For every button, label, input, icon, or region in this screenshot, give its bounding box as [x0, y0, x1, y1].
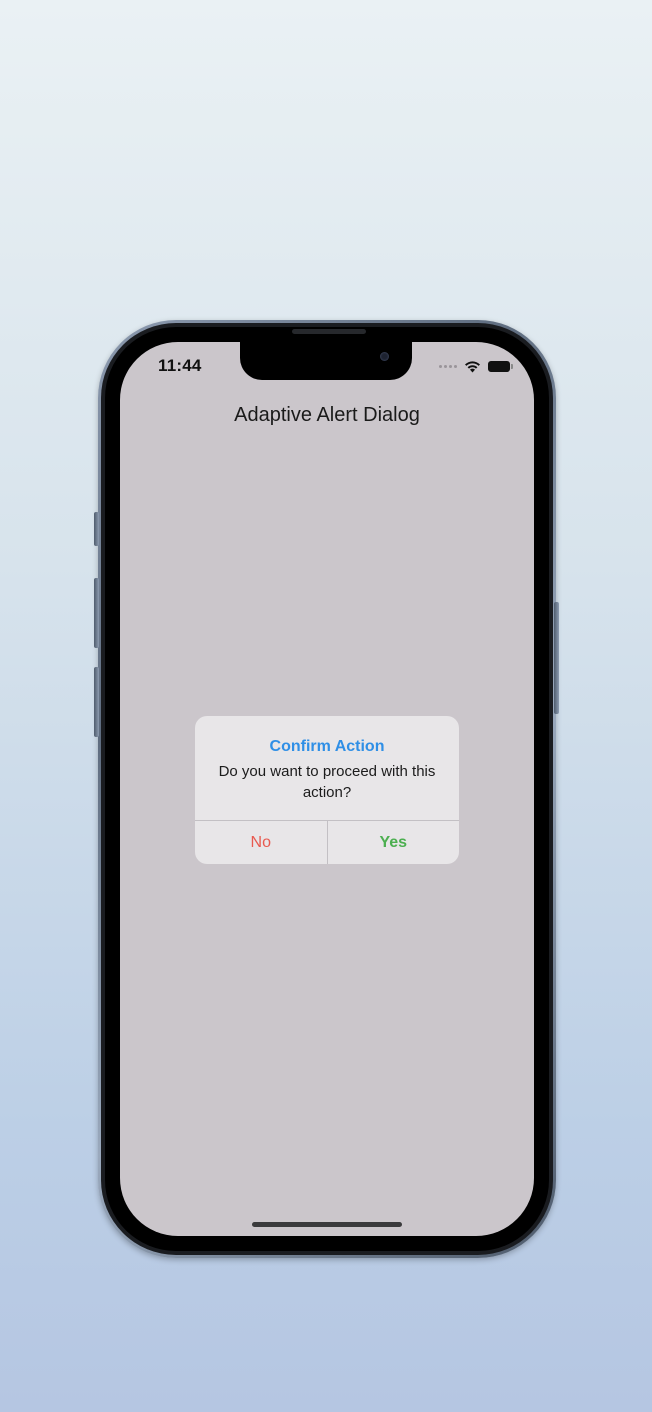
- dialog-title: Confirm Action: [269, 738, 385, 755]
- dialog-message: Do you want to proceed with this action?: [218, 763, 436, 801]
- alert-dialog: Confirm Action Do you want to proceed wi…: [195, 716, 459, 864]
- status-time: 11:44: [158, 356, 202, 375]
- wifi-icon: [465, 360, 480, 372]
- phone-screen: 11:44 Adaptive Alert Dialog Confirm Acti…: [120, 342, 534, 1236]
- battery-icon: [488, 360, 513, 372]
- dialog-actions: No Yes: [195, 820, 459, 864]
- front-camera-icon: [380, 352, 389, 361]
- cellular-signal-icon: [439, 364, 457, 368]
- status-icons: [439, 358, 513, 374]
- yes-button[interactable]: Yes: [328, 821, 460, 864]
- volume-up-button: [94, 578, 99, 648]
- power-button: [554, 602, 559, 714]
- speaker-grille: [292, 329, 366, 334]
- volume-down-button: [94, 667, 99, 737]
- silent-switch: [94, 512, 99, 546]
- home-indicator[interactable]: [252, 1222, 402, 1227]
- notch: [240, 342, 412, 380]
- no-button[interactable]: No: [195, 821, 328, 864]
- app-title: Adaptive Alert Dialog: [234, 404, 420, 426]
